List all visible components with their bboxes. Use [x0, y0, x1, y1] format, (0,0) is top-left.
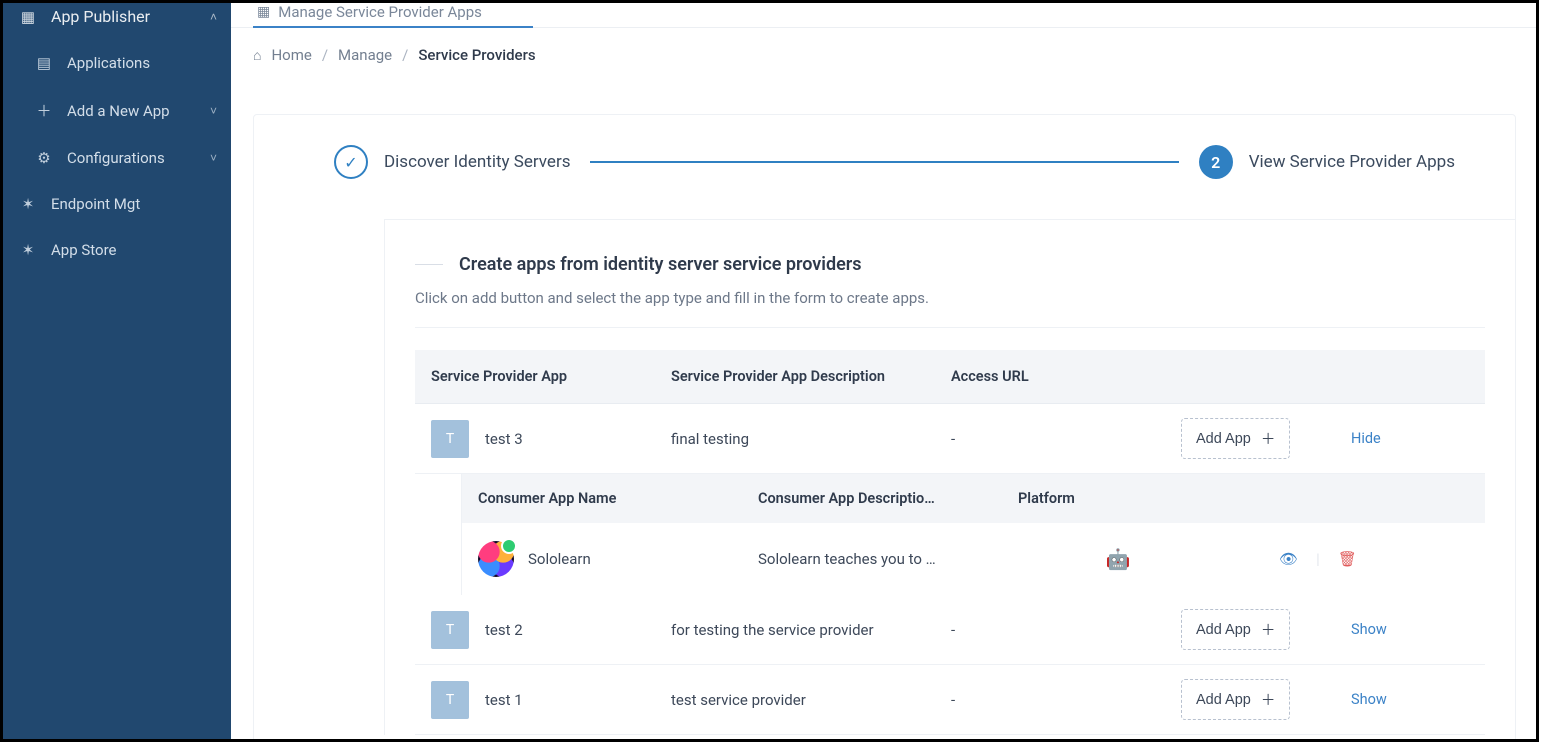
sp-table: Service Provider App Service Provider Ap…	[415, 350, 1485, 474]
tab-underline	[253, 26, 533, 28]
endpoint-icon: ✶	[17, 195, 39, 213]
sp-badge: T	[431, 420, 469, 458]
add-app-label: Add App	[1196, 431, 1251, 447]
toggle-show-link[interactable]: Show	[1351, 621, 1431, 638]
action-separator: |	[1316, 550, 1320, 568]
store-icon: ✶	[17, 241, 39, 259]
sp-desc: for testing the service provider	[671, 621, 951, 639]
tab-manage-sp-apps[interactable]: ▦ Manage Service Provider Apps	[253, 3, 486, 27]
sidebar-item-configurations[interactable]: ⚙ Configurations ˅	[3, 135, 231, 181]
sp-url: -	[951, 621, 1181, 639]
main-area: ▦ Manage Service Provider Apps ⌂ Home / …	[231, 3, 1536, 739]
step-label: View Service Provider Apps	[1249, 152, 1455, 172]
sidebar-item-add-new-app[interactable]: ＋ Add a New App ˅	[3, 86, 231, 135]
sp-url: -	[951, 691, 1181, 709]
breadcrumb-manage[interactable]: Manage	[338, 46, 392, 64]
breadcrumb-current: Service Providers	[418, 46, 535, 64]
inner-panel: Create apps from identity server service…	[384, 219, 1515, 735]
divider	[415, 327, 1485, 328]
stepper: ✓ Discover Identity Servers 2 View Servi…	[254, 145, 1515, 179]
table-row: T test 1 test service provider - Add App…	[415, 665, 1485, 735]
col-sp-app: Service Provider App	[431, 368, 671, 385]
sidebar-item-label: Configurations	[67, 149, 165, 167]
nested-header: Consumer App Name Consumer App Descripti…	[462, 474, 1485, 523]
step-discover[interactable]: ✓ Discover Identity Servers	[334, 145, 570, 179]
tab-label: Manage Service Provider Apps	[278, 3, 482, 21]
delete-icon[interactable]: 🗑	[1338, 550, 1357, 568]
heading-dash	[415, 264, 443, 265]
breadcrumb-sep: /	[322, 46, 328, 64]
step-view-sp-apps[interactable]: 2 View Service Provider Apps	[1199, 145, 1455, 179]
apps-icon: ▤	[33, 54, 55, 72]
plus-icon: ＋	[1261, 689, 1276, 710]
nested-row: Sololearn Sololearn teaches you to … 🤖 👁…	[462, 523, 1485, 595]
sidebar-header-app-publisher[interactable]: ▦ App Publisher ˄	[3, 3, 231, 40]
col-platform: Platform	[1018, 490, 1218, 507]
table-header: Service Provider App Service Provider Ap…	[415, 350, 1485, 404]
grid-small-icon: ▦	[257, 4, 270, 20]
android-icon: 🤖	[1018, 547, 1218, 571]
sidebar-item-label: Applications	[67, 54, 150, 72]
row-actions: 👁 | 🗑	[1218, 550, 1418, 568]
add-app-button[interactable]: Add App ＋	[1181, 418, 1290, 459]
sp-url: -	[951, 430, 1181, 448]
sidebar-item-endpoint-mgt[interactable]: ✶ Endpoint Mgt	[3, 181, 231, 227]
stepper-connector	[590, 161, 1178, 163]
col-consumer-desc: Consumer App Descriptio…	[758, 490, 1018, 507]
chevron-up-icon: ˄	[210, 10, 217, 24]
view-icon[interactable]: 👁	[1279, 550, 1298, 568]
sidebar: ▦ App Publisher ˄ ▤ Applications ＋ Add a…	[3, 3, 231, 739]
sliders-icon: ⚙	[33, 149, 55, 167]
sp-badge: T	[431, 681, 469, 719]
breadcrumb-home[interactable]: Home	[271, 46, 311, 64]
check-icon: ✓	[334, 145, 368, 179]
home-icon: ⌂	[253, 47, 261, 64]
add-app-label: Add App	[1196, 692, 1251, 708]
add-app-label: Add App	[1196, 622, 1251, 638]
sidebar-item-app-store[interactable]: ✶ App Store	[3, 227, 231, 273]
plus-icon: ＋	[1261, 619, 1276, 640]
sp-desc: test service provider	[671, 691, 951, 709]
table-row: T test 3 final testing - Add App ＋ Hide	[415, 404, 1485, 474]
grid-icon: ▦	[17, 8, 39, 26]
sidebar-item-label: Endpoint Mgt	[51, 195, 140, 213]
col-consumer-name: Consumer App Name	[478, 490, 758, 507]
breadcrumb-sep: /	[402, 46, 408, 64]
plus-icon: ＋	[1261, 428, 1276, 449]
panel-subtext: Click on add button and select the app t…	[385, 289, 1515, 327]
top-tabs: ▦ Manage Service Provider Apps	[231, 3, 1536, 28]
sp-table-cont: T test 2 for testing the service provide…	[415, 595, 1485, 735]
chevron-down-icon: ˅	[210, 104, 217, 118]
sp-desc: final testing	[671, 430, 951, 448]
panel-heading: Create apps from identity server service…	[459, 254, 862, 275]
sidebar-item-label: App Store	[51, 241, 116, 259]
col-access-url: Access URL	[951, 368, 1181, 385]
sp-name: test 1	[485, 691, 523, 709]
consumer-sub-table: Consumer App Name Consumer App Descripti…	[461, 474, 1485, 595]
sololearn-icon	[478, 541, 514, 577]
sidebar-header-label: App Publisher	[51, 7, 150, 26]
consumer-desc: Sololearn teaches you to …	[758, 550, 1018, 568]
breadcrumb: ⌂ Home / Manage / Service Providers	[231, 28, 1536, 70]
plus-icon: ＋	[33, 100, 55, 121]
step-label: Discover Identity Servers	[384, 152, 570, 172]
content-card: ✓ Discover Identity Servers 2 View Servi…	[253, 114, 1516, 739]
table-row: T test 2 for testing the service provide…	[415, 595, 1485, 665]
toggle-show-link[interactable]: Show	[1351, 691, 1431, 708]
step-number: 2	[1199, 145, 1233, 179]
add-app-button[interactable]: Add App ＋	[1181, 679, 1290, 720]
sidebar-item-label: Add a New App	[67, 102, 170, 120]
sp-name: test 2	[485, 621, 523, 639]
toggle-hide-link[interactable]: Hide	[1351, 430, 1431, 447]
sp-name: test 3	[485, 430, 523, 448]
add-app-button[interactable]: Add App ＋	[1181, 609, 1290, 650]
col-sp-desc: Service Provider App Description	[671, 368, 951, 385]
sp-badge: T	[431, 611, 469, 649]
consumer-name: Sololearn	[528, 550, 591, 568]
chevron-down-icon: ˅	[210, 151, 217, 165]
sidebar-item-applications[interactable]: ▤ Applications	[3, 40, 231, 86]
